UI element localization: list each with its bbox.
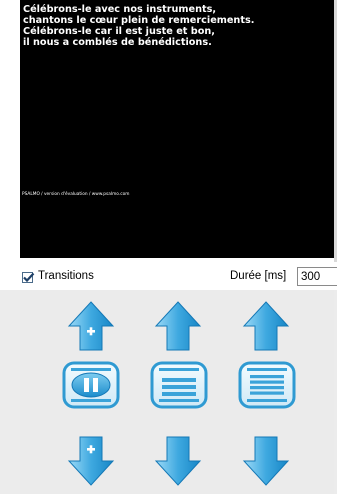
slide-lyrics: Célébrons-le avec nos instruments, chant… (23, 4, 329, 48)
verse-up-add-icon (67, 301, 115, 351)
navigation-pad (20, 290, 334, 494)
lyric-line: il nous a comblés de bénédictions. (23, 37, 212, 48)
next-slide-button[interactable] (154, 435, 202, 487)
next-verse-add-button[interactable] (67, 435, 115, 487)
duration-input[interactable] (297, 267, 337, 286)
previous-verse-add-button[interactable] (67, 300, 115, 352)
lines-few-icon (150, 361, 208, 409)
transitions-checkbox[interactable] (22, 272, 35, 283)
verse-down-add-icon (67, 436, 115, 486)
previous-slide-button[interactable] (154, 300, 202, 352)
control-panel: Transitions Durée [ms] (0, 262, 337, 494)
checkmark-icon (23, 272, 35, 283)
watermark-text: PSALMO / version d'évaluation / www.psal… (22, 192, 130, 197)
duration-label: Durée [ms] (230, 270, 287, 282)
show-many-lines-button[interactable] (238, 361, 296, 409)
lines-many-icon (238, 361, 296, 409)
previous-section-button[interactable] (242, 300, 290, 352)
transitions-label: Transitions (38, 270, 94, 282)
pause-icon (62, 361, 120, 409)
preview-panel: Célébrons-le avec nos instruments, chant… (0, 0, 337, 262)
pause-button[interactable] (62, 361, 120, 409)
options-bar: Transitions Durée [ms] (0, 262, 337, 290)
arrow-up-icon (154, 301, 202, 351)
lyric-line: chantons le cœur plein de remerciements. (23, 15, 255, 26)
arrow-down-icon (154, 436, 202, 486)
arrow-down-icon (242, 436, 290, 486)
show-few-lines-button[interactable] (150, 361, 208, 409)
lyric-line: Célébrons-le avec nos instruments, (23, 4, 217, 15)
next-section-button[interactable] (242, 435, 290, 487)
arrow-up-icon (242, 301, 290, 351)
slide-preview: Célébrons-le avec nos instruments, chant… (20, 0, 334, 258)
lyric-line: Célébrons-le car il est juste et bon, (23, 26, 215, 37)
